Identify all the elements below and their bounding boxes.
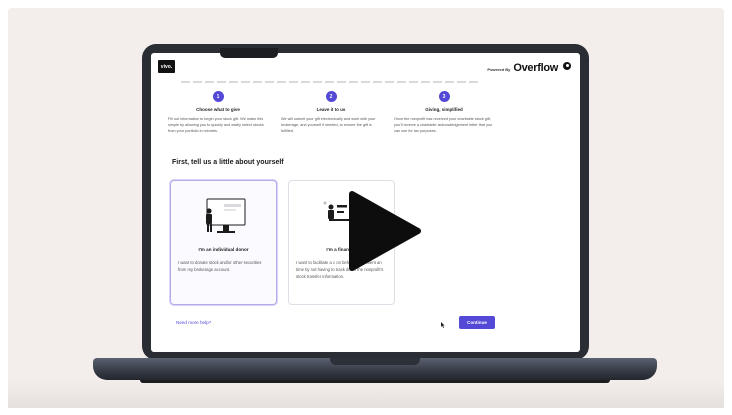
individual-donor-illustration	[206, 198, 246, 233]
step-title: Leave it to us	[316, 107, 346, 112]
step-3: 3 Giving, simplified Once the nonprofit …	[394, 91, 494, 134]
top-bar: vivo. Powered By Overflow	[151, 53, 580, 77]
need-help-link[interactable]: Need more help?	[176, 320, 211, 325]
step-number: 1	[212, 91, 224, 102]
camera-notch	[220, 48, 278, 58]
cut-off-text	[181, 81, 481, 83]
step-title: Giving, simplified	[425, 107, 463, 112]
cursor-icon	[441, 322, 445, 328]
step-description: We will submit your gift electronically …	[281, 117, 376, 133]
step-2: 2 Leave it to us We will submit your gif…	[281, 91, 381, 134]
laptop-feet	[140, 380, 610, 383]
continue-button[interactable]: Continue	[459, 316, 495, 329]
laptop-base-notch	[330, 358, 420, 365]
powered-by-brand: Overflow	[513, 62, 558, 74]
powered-by: Powered By Overflow	[487, 62, 558, 74]
section-title: First, tell us a little about yourself	[172, 159, 284, 166]
step-number: 3	[438, 91, 450, 102]
play-icon[interactable]	[346, 188, 424, 274]
card-description: I want to donate stock and/or other secu…	[178, 260, 262, 272]
step-title: Choose what to give	[196, 107, 240, 112]
step-number: 2	[325, 91, 337, 102]
step-description: Fill out information to begin your stock…	[168, 117, 264, 133]
donor-type-card-individual[interactable]: I'm an individual donor I want to donate…	[170, 180, 277, 305]
powered-by-label: Powered By	[487, 67, 511, 72]
org-logo: vivo.	[158, 60, 175, 73]
video-shade	[8, 380, 724, 408]
step-description: Once the nonprofit has received your cha…	[394, 117, 493, 133]
user-icon[interactable]	[563, 62, 571, 70]
card-title: I'm an individual donor	[198, 247, 249, 252]
step-1: 1 Choose what to give Fill out informati…	[168, 91, 268, 134]
